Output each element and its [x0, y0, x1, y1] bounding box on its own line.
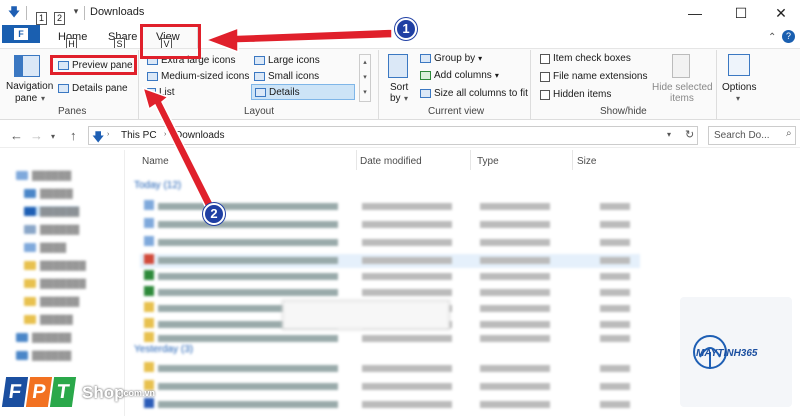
fpt-shop-text: Shop — [82, 383, 125, 402]
arrow-2 — [141, 86, 216, 209]
annotation-badge-2: 2 — [203, 203, 225, 225]
fpt-letter-t: T — [49, 377, 77, 407]
annotation-arrows — [141, 26, 393, 209]
arrow-1 — [203, 26, 393, 54]
fpt-letter-p: P — [25, 377, 53, 407]
fpt-shop-logo: F P T Shop .com.vn — [1, 375, 155, 411]
annotation-badge-1: 1 — [395, 18, 417, 40]
fpt-domain-text: .com.vn — [121, 388, 156, 398]
fpt-letter-f: F — [1, 377, 29, 407]
